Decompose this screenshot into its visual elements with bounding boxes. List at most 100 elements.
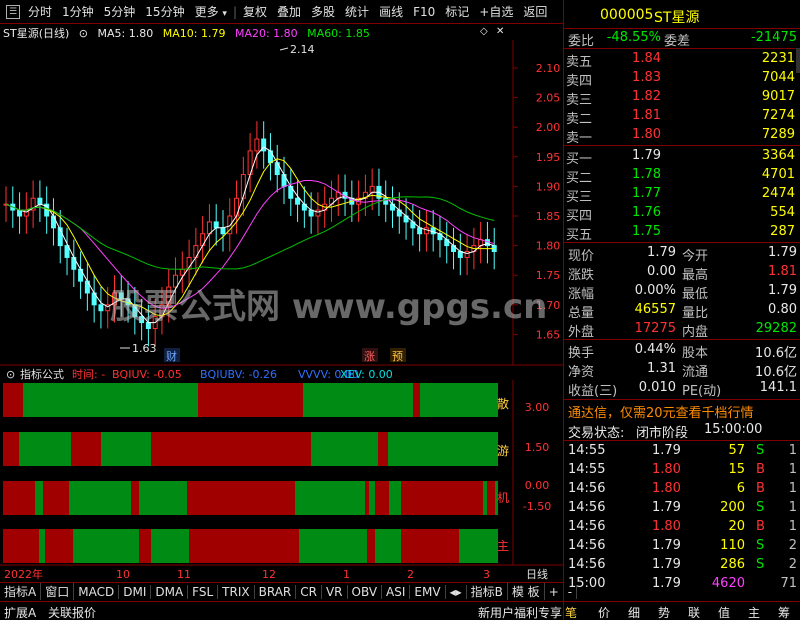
scrollbar-thumb[interactable] — [796, 48, 800, 73]
indicator-bqiuv: BQIUV: -0.05 — [112, 368, 182, 381]
status-promo[interactable]: 新用户福利专享 — [478, 604, 562, 620]
ma5-value: MA5: 1.80 — [97, 27, 154, 40]
stat-value: 10.6亿 — [755, 346, 797, 361]
tab-scroll-arrows[interactable]: ◂▸ — [446, 584, 467, 599]
ask-label: 卖二 — [566, 112, 593, 127]
stat-row: 现价 1.79 今开 1.79 — [564, 244, 800, 264]
chevron-down-icon: ▾ — [222, 9, 227, 19]
stock-name: ST星源 — [654, 10, 700, 26]
indicator-strip-segment — [23, 383, 198, 417]
ask-row[interactable]: 卖四 1.83 7044 — [564, 69, 800, 89]
tab-chuangkou[interactable]: 窗口 — [41, 583, 75, 600]
indicator-strip-segment — [487, 481, 495, 515]
tab-macd[interactable]: MACD — [74, 584, 120, 599]
tick-time: 14:56 — [568, 481, 606, 496]
weicha-label: 委差 — [664, 34, 691, 49]
tab-dmi[interactable]: DMI — [119, 584, 152, 599]
chevron-circle-icon-2[interactable]: ⊙ — [6, 368, 15, 381]
tb-fuquan[interactable]: 复权 — [238, 3, 272, 20]
indicator-title-row: ⊙ 指标公式 时间: - BQIUV: -0.05 BQIUBV: -0.26 … — [6, 367, 393, 381]
candle-body — [423, 227, 429, 235]
tb-f10[interactable]: F10 — [408, 5, 440, 19]
tb-fenshi[interactable]: 分时 — [23, 3, 57, 20]
tb-1min[interactable]: 1分钟 — [57, 3, 99, 20]
tb-more-label: 更多 — [194, 5, 219, 19]
tb-biaoji[interactable]: 标记 — [440, 3, 474, 20]
menu-icon[interactable]: ☰ — [6, 4, 20, 19]
bid-row[interactable]: 买五 1.75 287 — [564, 223, 800, 243]
ask-row[interactable]: 卖三 1.82 9017 — [564, 88, 800, 108]
bid-price: 1.76 — [632, 205, 661, 220]
bid-row[interactable]: 买三 1.77 2474 — [564, 185, 800, 205]
bid-row[interactable]: 买一 1.79 3364 — [564, 147, 800, 167]
tab-fsl[interactable]: FSL — [188, 584, 219, 599]
tick-side: B — [756, 481, 765, 496]
tick-side: S — [756, 443, 765, 458]
tab-brar[interactable]: BRAR — [255, 584, 297, 599]
status-kuozhan[interactable]: 扩展A — [4, 604, 36, 620]
tab-emv[interactable]: EMV — [410, 584, 446, 599]
stat-row: 收益(三) 0.010 PE(动) 141.1 — [564, 379, 800, 399]
y-label: 1.85 — [536, 210, 561, 223]
tick-count: 71 — [780, 576, 797, 591]
high-marker — [279, 47, 289, 51]
tab-vr[interactable]: VR — [322, 584, 348, 599]
ask-row[interactable]: 卖一 1.80 7289 — [564, 126, 800, 146]
tick-row: 14:55 1.80 15 B 1 — [564, 461, 800, 480]
xaxis-label-6: 3 — [483, 568, 490, 580]
tick-side: S — [756, 557, 765, 572]
tab-zhibiao-a[interactable]: 指标A — [0, 583, 42, 600]
ask-row[interactable]: 卖二 1.81 7274 — [564, 107, 800, 127]
stat-label: 最低 — [682, 287, 709, 302]
chevron-circle-icon[interactable]: ⊙ — [79, 27, 88, 40]
side-label-zhu: 主 — [497, 539, 509, 553]
tb-huaxian[interactable]: 画线 — [374, 3, 408, 20]
tab-plus[interactable]: + — [545, 584, 564, 599]
tab-obv[interactable]: OBV — [348, 584, 383, 599]
event-zhang[interactable]: 涨 — [364, 350, 375, 363]
status-guanlian[interactable]: 关联报价 — [48, 604, 96, 620]
tb-zixuan[interactable]: +自选 — [474, 3, 518, 20]
tab-asi[interactable]: ASI — [382, 584, 411, 599]
tab-cr[interactable]: CR — [296, 584, 322, 599]
diamond-icon[interactable]: ◇ — [480, 26, 488, 37]
tb-duogu[interactable]: 多股 — [306, 3, 340, 20]
tab-trix[interactable]: TRIX — [218, 584, 255, 599]
tb-more[interactable]: 更多 ▾ — [190, 3, 232, 20]
event-yu[interactable]: 预 — [392, 350, 403, 363]
ask-row[interactable]: 卖五 1.84 2231 — [564, 50, 800, 70]
stat-row: 外盘 17275 内盘 29282 — [564, 320, 800, 340]
close-icon[interactable]: ✕ — [496, 26, 504, 37]
ind-ylabel-1: 1.50 — [525, 441, 550, 454]
ad-text[interactable]: 通达信，仅需20元查看千档行情 — [568, 402, 754, 421]
ask-price: 1.84 — [632, 51, 661, 66]
stat-value: 10.6亿 — [755, 365, 797, 380]
event-cai[interactable]: 财 — [166, 349, 177, 363]
tb-tongji[interactable]: 统计 — [340, 3, 374, 20]
period-label[interactable]: 日线 — [526, 567, 548, 580]
tb-fanhui[interactable]: 返回 — [518, 3, 552, 20]
indicator-strip-segment — [413, 383, 420, 417]
trade-state-row: 交易状态: 闭市阶段 15:00:00 — [564, 421, 800, 441]
tb-diejia[interactable]: 叠加 — [272, 3, 306, 20]
stat-label: 流通 — [682, 365, 709, 380]
tab-zhibiao-b[interactable]: 指标B — [467, 583, 508, 600]
watermark: 股票公式网 www.gpgs.cn — [110, 287, 547, 327]
tb-5min[interactable]: 5分钟 — [99, 3, 141, 20]
tab-dma[interactable]: DMA — [151, 584, 189, 599]
ad-row[interactable]: 通达信，仅需20元查看千档行情 — [564, 401, 800, 421]
trade-state-label: 交易状态: — [568, 426, 625, 441]
ask-price: 1.82 — [632, 89, 661, 104]
stat-value: 1.79 — [768, 283, 797, 298]
bid-row[interactable]: 买二 1.78 4701 — [564, 166, 800, 186]
tab-moban[interactable]: 模 板 — [508, 583, 545, 600]
stat-row: 总量 46557 量比 0.80 — [564, 301, 800, 321]
indicator-strip-segment — [189, 529, 299, 563]
candle-body — [220, 227, 226, 235]
bid-row[interactable]: 买四 1.76 554 — [564, 204, 800, 224]
ask-price: 1.80 — [632, 127, 661, 142]
stat-value: 0.00% — [634, 283, 676, 298]
tb-15min[interactable]: 15分钟 — [140, 3, 189, 20]
kline-chart[interactable]: 2.102.052.001.951.901.851.801.751.701.65… — [0, 40, 563, 580]
stat-value: 29282 — [755, 321, 797, 336]
